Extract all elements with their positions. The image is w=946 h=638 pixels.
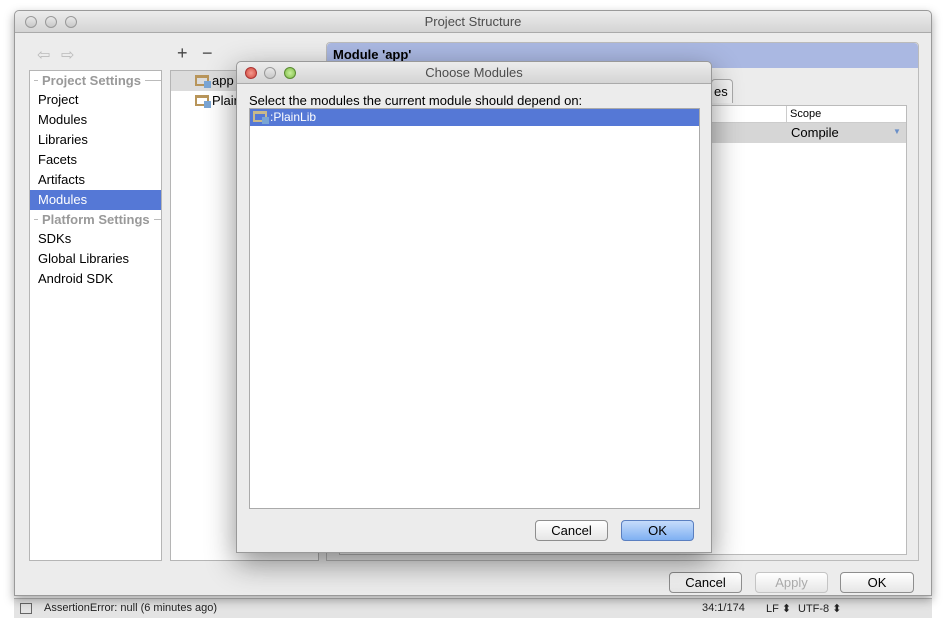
scope-value[interactable]: Compile xyxy=(791,125,839,140)
module-folder-icon xyxy=(195,75,211,88)
sidebar-item-modules-selected[interactable]: Modules xyxy=(30,190,161,210)
sidebar-item-global-libraries[interactable]: Global Libraries xyxy=(30,249,161,269)
remove-icon[interactable]: − xyxy=(202,43,213,64)
status-toggle-icon[interactable] xyxy=(20,603,32,614)
close-button[interactable] xyxy=(25,16,37,28)
dialog-zoom-button[interactable] xyxy=(284,67,296,79)
zoom-button[interactable] xyxy=(65,16,77,28)
sidebar-item-artifacts[interactable]: Artifacts xyxy=(30,170,161,190)
settings-sidebar: Project Settings Project Modules Librari… xyxy=(29,70,162,561)
line-separator[interactable]: LF ⬍ xyxy=(766,602,791,615)
dialog-title: Choose Modules xyxy=(425,65,523,80)
add-icon[interactable]: + xyxy=(177,43,188,64)
dialog-prompt: Select the modules the current module sh… xyxy=(249,93,583,108)
dialog-title-bar: Choose Modules xyxy=(237,62,711,84)
dialog-ok-button[interactable]: OK xyxy=(621,520,694,541)
module-folder-icon xyxy=(253,111,269,124)
module-folder-icon xyxy=(195,95,211,108)
title-bar: Project Structure xyxy=(15,11,931,33)
group-project-settings: Project Settings xyxy=(30,71,161,90)
window-title: Project Structure xyxy=(424,14,522,29)
sidebar-item-facets[interactable]: Facets xyxy=(30,150,161,170)
sidebar-item-modules[interactable]: Modules xyxy=(30,110,161,130)
minimize-button[interactable] xyxy=(45,16,57,28)
modules-list: :PlainLib xyxy=(249,108,700,509)
tab-dependencies[interactable]: es xyxy=(711,79,733,103)
sidebar-item-project[interactable]: Project xyxy=(30,90,161,110)
list-item[interactable]: :PlainLib xyxy=(250,109,699,126)
ok-button[interactable]: OK xyxy=(840,572,914,593)
forward-arrow-icon[interactable]: ⇨ xyxy=(61,45,74,65)
column-scope[interactable]: Scope xyxy=(786,106,824,122)
cancel-button[interactable]: Cancel xyxy=(669,572,742,593)
apply-button[interactable]: Apply xyxy=(755,572,828,593)
ide-status-bar: AssertionError: null (6 minutes ago) 34:… xyxy=(14,598,932,618)
dialog-minimize-button[interactable] xyxy=(264,67,276,79)
back-arrow-icon[interactable]: ⇦ xyxy=(37,45,50,65)
dialog-cancel-button[interactable]: Cancel xyxy=(535,520,608,541)
status-message[interactable]: AssertionError: null (6 minutes ago) xyxy=(44,602,217,614)
sidebar-item-android-sdk[interactable]: Android SDK xyxy=(30,269,161,289)
group-platform-settings: Platform Settings xyxy=(30,210,161,229)
caret-position[interactable]: 34:1/174 xyxy=(702,602,745,614)
sidebar-item-libraries[interactable]: Libraries xyxy=(30,130,161,150)
choose-modules-dialog: Choose Modules Select the modules the cu… xyxy=(236,61,712,553)
dialog-close-button[interactable] xyxy=(245,67,257,79)
dropdown-arrow-icon[interactable]: ▼ xyxy=(893,127,901,136)
encoding[interactable]: UTF-8 ⬍ xyxy=(798,602,841,615)
sidebar-item-sdks[interactable]: SDKs xyxy=(30,229,161,249)
